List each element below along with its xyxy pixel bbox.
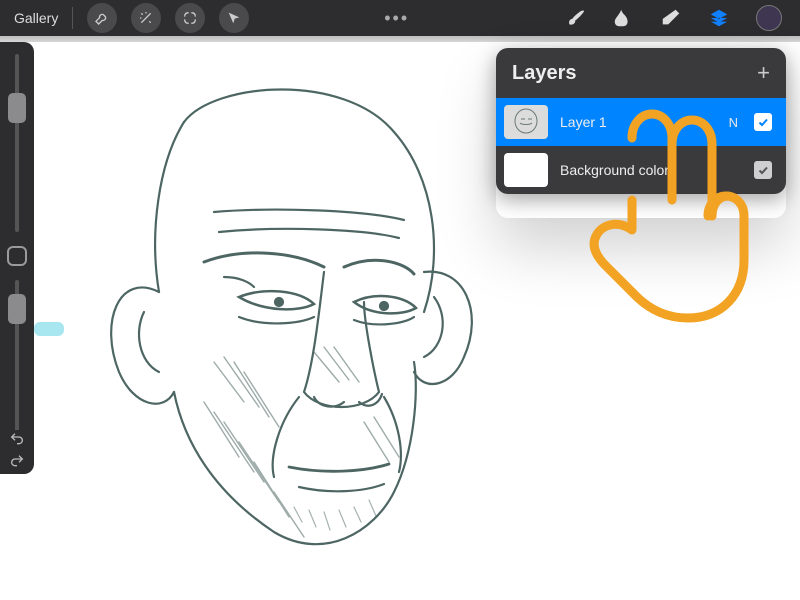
undo-icon[interactable] <box>9 431 25 452</box>
layer-visibility-checkbox[interactable] <box>754 161 772 179</box>
brush-size-slider[interactable] <box>15 54 19 232</box>
layer-name-label: Background color <box>560 162 726 178</box>
eraser-icon[interactable] <box>660 7 682 29</box>
toolbar-separator <box>72 7 73 29</box>
more-menu-icon[interactable]: ••• <box>384 8 409 29</box>
color-swatch[interactable] <box>756 5 782 31</box>
layer-name-label: Layer 1 <box>560 114 717 130</box>
stray-stroke <box>34 322 64 336</box>
layer-thumbnail <box>504 153 548 187</box>
left-sidebar <box>0 42 34 470</box>
layers-panel: Layers + Layer 1 N Background color <box>496 48 786 194</box>
sketch-drawing <box>64 62 494 562</box>
magic-wand-icon[interactable] <box>131 3 161 33</box>
selection-icon[interactable] <box>175 3 205 33</box>
brush-icon[interactable] <box>564 7 586 29</box>
smudge-icon[interactable] <box>612 7 634 29</box>
layer-blend-mode[interactable]: N <box>729 115 738 130</box>
gallery-button[interactable]: Gallery <box>0 10 72 26</box>
right-toolbar <box>564 5 800 31</box>
brush-preview-box[interactable] <box>7 246 27 266</box>
undo-redo-group <box>0 430 34 474</box>
wrench-icon[interactable] <box>87 3 117 33</box>
cursor-arrow-icon[interactable] <box>219 3 249 33</box>
layer-thumbnail <box>504 105 548 139</box>
layer-row[interactable]: Layer 1 N <box>496 98 786 146</box>
layer-visibility-checkbox[interactable] <box>754 113 772 131</box>
add-layer-button[interactable]: + <box>757 60 770 86</box>
top-toolbar: Gallery ••• <box>0 0 800 36</box>
layers-panel-title: Layers <box>512 62 577 85</box>
layer-row[interactable]: Background color <box>496 146 786 194</box>
redo-icon[interactable] <box>9 453 25 474</box>
layers-icon[interactable] <box>708 7 730 29</box>
